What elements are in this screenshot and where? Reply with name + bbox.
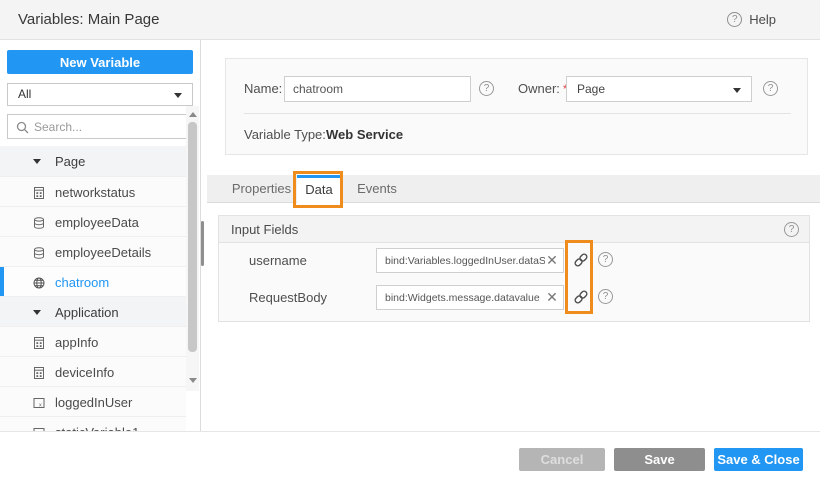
- tab-data[interactable]: Data: [297, 175, 341, 203]
- sidebar-item-label: networkstatus: [55, 185, 135, 200]
- sidebar-item-employeedata[interactable]: employeeData: [0, 206, 186, 236]
- static-variable-icon: x: [33, 396, 45, 408]
- name-help-icon[interactable]: [479, 81, 494, 96]
- sidebar-scrollbar-thumb[interactable]: [188, 122, 197, 352]
- bind-value-box: [376, 285, 564, 310]
- clear-binding-icon[interactable]: [544, 251, 560, 270]
- filter-selected-value: All: [18, 87, 31, 101]
- database-icon: [33, 246, 45, 258]
- sidebar-item-label: chatroom: [55, 275, 109, 290]
- variables-sidebar: New Variable All Page networkstatus empl…: [0, 40, 201, 431]
- save-and-close-button[interactable]: Save & Close: [714, 448, 803, 471]
- caret-down-icon: [33, 310, 41, 315]
- input-field-row-username: username: [219, 248, 809, 274]
- scroll-down-arrow-icon[interactable]: [189, 378, 197, 383]
- owner-select[interactable]: Page: [566, 76, 752, 102]
- sidebar-group-label: Application: [55, 305, 119, 320]
- variable-type-value: Web Service: [326, 122, 403, 148]
- sidebar-item-label: employeeData: [55, 215, 139, 230]
- page-title: Variables: Main Page: [18, 11, 159, 28]
- device-icon: [33, 336, 45, 348]
- new-variable-button[interactable]: New Variable: [7, 50, 193, 74]
- cancel-button[interactable]: Cancel: [519, 448, 605, 471]
- sidebar-item-networkstatus[interactable]: networkstatus: [0, 176, 186, 206]
- input-fields-header: Input Fields: [219, 216, 809, 243]
- help-label: Help: [749, 12, 776, 27]
- sidebar-group-application[interactable]: Application: [0, 296, 186, 326]
- sidebar-item-deviceinfo[interactable]: deviceInfo: [0, 356, 186, 386]
- help-button[interactable]: Help: [727, 12, 776, 27]
- bind-link-icon[interactable]: [571, 251, 591, 271]
- bind-link-icon[interactable]: [571, 288, 591, 308]
- sidebar-item-label: appInfo: [55, 335, 98, 350]
- sidebar-item-chatroom[interactable]: chatroom: [0, 266, 186, 296]
- variable-filter-select[interactable]: All: [7, 83, 193, 106]
- owner-help-icon[interactable]: [763, 81, 778, 96]
- variable-type-label: Variable Type:: [244, 122, 326, 148]
- field-label: username: [249, 253, 307, 268]
- device-icon: [33, 366, 45, 378]
- input-fields-title: Input Fields: [231, 222, 298, 237]
- svg-text:x: x: [39, 402, 42, 408]
- globe-icon: [33, 276, 45, 288]
- detail-tabbar: Properties Data Events: [207, 175, 820, 203]
- owner-selected-value: Page: [577, 82, 605, 96]
- caret-down-icon: [33, 159, 41, 164]
- name-input[interactable]: [284, 76, 471, 102]
- variables-list: Page networkstatus employeeData employee…: [0, 146, 201, 431]
- tab-events[interactable]: Events: [353, 175, 401, 203]
- field-label: RequestBody: [249, 290, 327, 305]
- selected-indicator: [0, 267, 4, 297]
- field-help-icon[interactable]: [598, 252, 613, 267]
- username-bind-input[interactable]: [377, 249, 545, 272]
- field-help-icon[interactable]: [598, 289, 613, 304]
- sidebar-item-label: employeeDetails: [55, 245, 151, 260]
- search-box: [7, 114, 193, 139]
- sidebar-item-label: deviceInfo: [55, 365, 114, 380]
- search-icon: [16, 121, 29, 134]
- tab-properties[interactable]: Properties: [230, 175, 293, 203]
- input-fields-panel: Input Fields username RequestBody: [218, 215, 810, 322]
- search-input[interactable]: [34, 116, 189, 137]
- footer-divider: [0, 431, 820, 432]
- content-scrollbar-thumb[interactable]: [201, 221, 204, 266]
- sidebar-item-loggedinuser[interactable]: x loggedInUser: [0, 386, 186, 416]
- requestbody-bind-input[interactable]: [377, 286, 545, 309]
- save-button[interactable]: Save: [614, 448, 705, 471]
- bind-value-box: [376, 248, 564, 273]
- dialog-header: Variables: Main Page Help: [0, 0, 820, 40]
- variables-dialog: Variables: Main Page Help New Variable A…: [0, 0, 820, 489]
- input-fields-help-icon[interactable]: [784, 222, 799, 237]
- database-icon: [33, 216, 45, 228]
- sidebar-item-staticvariable1[interactable]: x staticVariable1: [0, 416, 186, 431]
- sidebar-group-page[interactable]: Page: [0, 146, 186, 176]
- sidebar-group-label: Page: [55, 154, 85, 169]
- sidebar-item-employeedetails[interactable]: employeeDetails: [0, 236, 186, 266]
- owner-label: Owner:*: [518, 76, 568, 102]
- device-icon: [33, 186, 45, 198]
- input-field-row-requestbody: RequestBody: [219, 285, 809, 311]
- help-icon: [727, 12, 742, 27]
- sidebar-item-appinfo[interactable]: appInfo: [0, 326, 186, 356]
- sidebar-item-label: loggedInUser: [55, 395, 132, 410]
- chevron-down-icon: [174, 93, 182, 98]
- clear-binding-icon[interactable]: [544, 288, 560, 307]
- chevron-down-icon: [733, 88, 741, 93]
- scroll-up-arrow-icon[interactable]: [189, 112, 197, 117]
- divider: [244, 113, 791, 114]
- variable-summary-panel: Name:* Owner:* Page Variable Type: Web S…: [225, 58, 808, 155]
